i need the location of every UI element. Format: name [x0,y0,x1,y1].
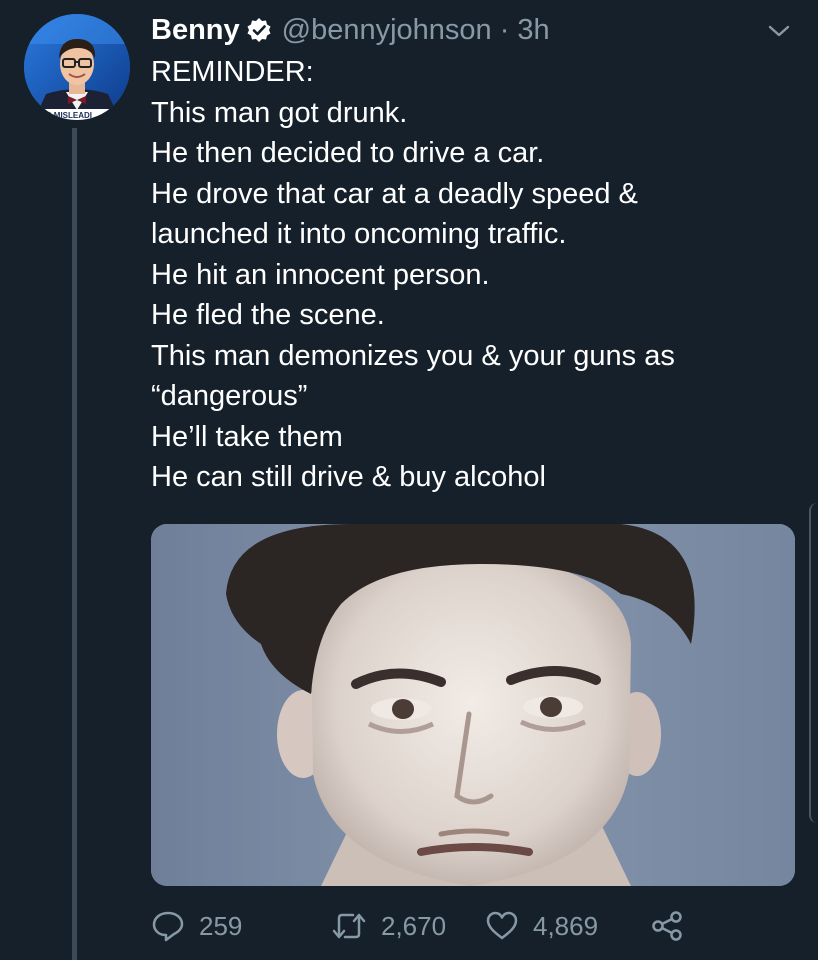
reply-icon [151,910,185,942]
tweet-line: He can still drive & buy alcohol [151,461,546,493]
tweet-line: He hit an innocent person. [151,258,490,291]
tweet-line: He drove that car at a deadly speed & [151,177,638,210]
tweet-line: This man demonizes you & your guns as [151,339,675,372]
author-handle[interactable]: @bennyjohnson [282,14,492,47]
reply-button[interactable]: 259 [151,902,242,950]
share-button[interactable] [651,902,683,950]
tweet-header: Benny @bennyjohnson · 3h [151,10,550,50]
chevron-down-icon[interactable] [766,22,792,40]
retweet-icon [331,910,367,942]
tweet-line: “dangerous” [151,380,308,412]
share-icon [651,910,683,942]
avatar-caption: VISES MISLEADI [28,111,92,120]
tweet-media-photo[interactable] [151,524,795,886]
header-separator: · [499,13,510,46]
tweet-screen: VISES MISLEADI Benny @bennyjohnson · 3h … [0,0,818,960]
reply-count: 259 [199,910,243,941]
tweet-line: He’ll take them [151,420,343,453]
like-button[interactable]: 4,869 [485,902,598,950]
tweet-line: This man got drunk. [151,96,408,129]
tweet-line: He then decided to drive a car. [151,137,545,169]
author-avatar[interactable]: VISES MISLEADI [24,14,130,120]
tweet-body: REMINDER: This man got drunk. He then de… [151,52,791,498]
author-display-name[interactable]: Benny [151,14,240,47]
retweet-count: 2,670 [381,910,447,941]
tweet-line: He fled the scene. [151,299,385,331]
tweet-line: launched it into oncoming traffic. [151,218,567,250]
thread-line [72,128,77,960]
heart-icon [485,910,519,942]
scrollbar[interactable] [809,503,818,823]
verified-badge-icon [246,17,272,43]
like-count: 4,869 [533,910,599,941]
tweet-line: REMINDER: [151,56,314,88]
tweet-timestamp[interactable]: 3h [517,14,549,47]
retweet-button[interactable]: 2,670 [331,902,446,950]
tweet-actions: 259 2,670 4,869 [151,902,711,950]
